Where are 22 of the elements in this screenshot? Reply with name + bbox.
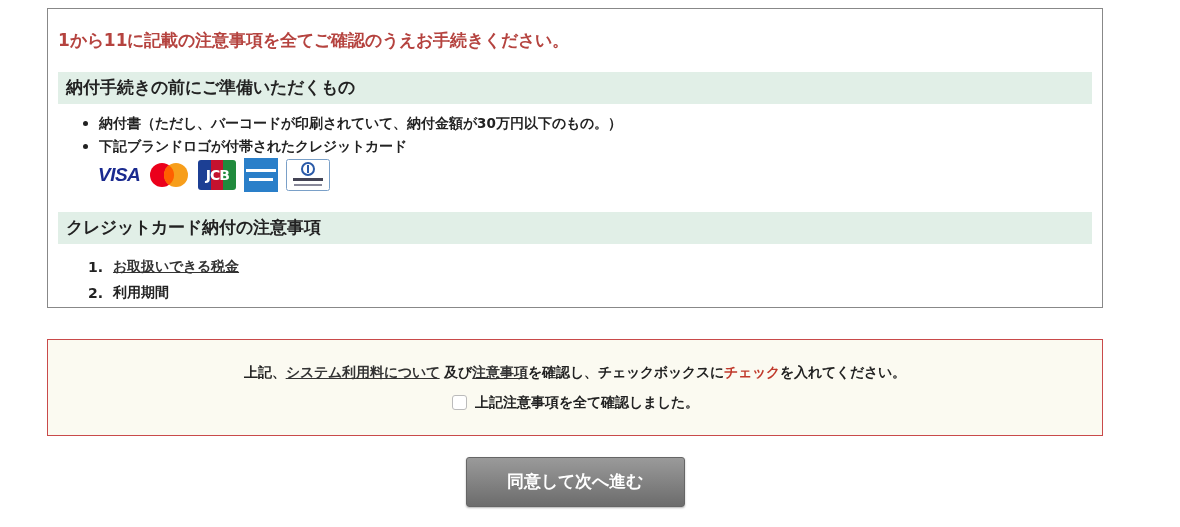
card-brand-logo: VISA bbox=[98, 164, 141, 186]
card-brand-logo: JCB bbox=[198, 160, 237, 190]
section-heading: クレジットカード納付の注意事項 bbox=[58, 212, 1092, 244]
item-number: 2. bbox=[88, 285, 104, 301]
card-brand-logo bbox=[244, 158, 279, 192]
notice-title: 1から11に記載の注意事項を全てご確認のうえお手続きください。 bbox=[58, 29, 571, 52]
notice-link[interactable]: システム利用料について bbox=[285, 363, 440, 380]
notice-link[interactable]: 注意事項 bbox=[472, 363, 529, 380]
card-brand-logo bbox=[286, 159, 331, 191]
card-brand-logo bbox=[148, 161, 191, 189]
list-item: 下記ブランドロゴが付帯されたクレジットカード bbox=[99, 137, 407, 156]
instruction-text: 上記、システム利用料について 及び注意事項を確認し、チェックボックスにチェック を入れてください。 bbox=[243, 363, 907, 382]
caution-item: 利用期間 bbox=[113, 284, 170, 302]
caution-link[interactable]: お取扱いできる税金 bbox=[113, 258, 240, 276]
item-number: 1. bbox=[88, 259, 104, 275]
list-item: 納付書（ただし、バーコードが印刷されていて、納付金額が30万円以下のもの。） bbox=[99, 114, 622, 133]
section-heading: 納付手続きの前にご準備いただくもの bbox=[58, 72, 1092, 104]
bullet-icon bbox=[83, 144, 88, 149]
agree-next-button[interactable]: 同意して次へ進む bbox=[465, 457, 685, 507]
checkbox[interactable] bbox=[451, 395, 467, 410]
checkbox-label: 上記注意事項を全て確認しました。 bbox=[474, 393, 699, 412]
bullet-icon bbox=[83, 121, 88, 126]
